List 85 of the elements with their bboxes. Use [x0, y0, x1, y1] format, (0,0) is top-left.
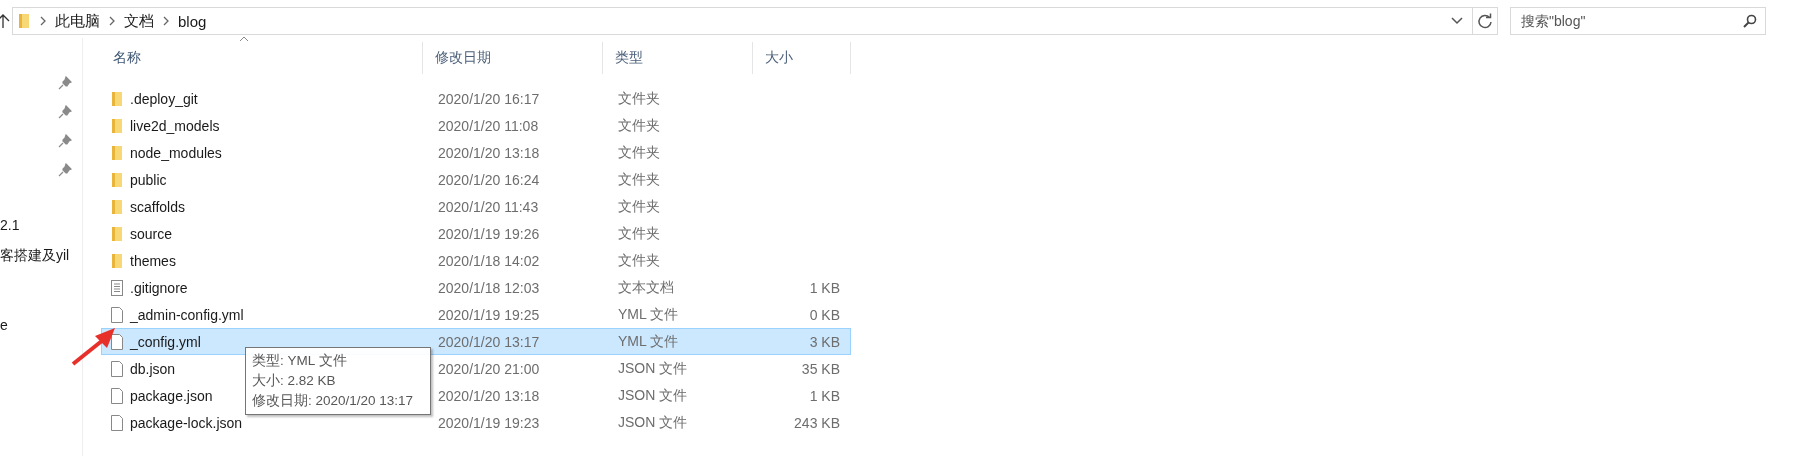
chevron-icon[interactable] — [39, 16, 47, 26]
folder-icon — [110, 251, 124, 270]
pin-icon[interactable] — [58, 163, 72, 177]
breadcrumb[interactable]: 文档 — [124, 11, 154, 31]
nav-item[interactable]: 客搭建及yil — [0, 247, 82, 267]
modified-date: 2020/1/19 19:25 — [437, 306, 541, 323]
file-icon — [110, 332, 124, 351]
search-field[interactable]: 搜索"blog" — [1510, 7, 1766, 35]
file-type: 文本文档 — [617, 278, 675, 297]
file-type: JSON 文件 — [617, 413, 689, 432]
file-name: .deploy_git — [130, 90, 198, 107]
file-size: 35 KB — [800, 360, 841, 377]
folder-icon — [110, 170, 124, 189]
folder-icon — [110, 224, 124, 243]
file-name: themes — [130, 252, 176, 269]
folder-icon — [17, 13, 31, 29]
file-name: source — [130, 225, 173, 242]
modified-date: 2020/1/20 21:00 — [437, 360, 541, 377]
breadcrumb[interactable]: blog — [178, 12, 207, 30]
file-type: JSON 文件 — [617, 386, 689, 405]
file-icon — [110, 305, 124, 324]
file-type: 文件夹 — [617, 224, 661, 243]
file-icon — [110, 359, 124, 378]
pin-icon[interactable] — [58, 134, 72, 148]
folder-icon — [110, 143, 124, 162]
text-file-icon — [110, 278, 124, 297]
file-type: 文件夹 — [617, 197, 661, 216]
modified-date: 2020/1/18 14:02 — [437, 252, 541, 269]
modified-date: 2020/1/20 16:17 — [437, 90, 541, 107]
file-type: 文件夹 — [617, 251, 661, 270]
file-type: 文件夹 — [617, 170, 661, 189]
refresh-icon — [1477, 13, 1493, 29]
column-header[interactable]: 大小 — [765, 42, 793, 74]
file-name: db.json — [130, 360, 176, 377]
file-name: _admin-config.yml — [130, 306, 244, 323]
file-type: 文件夹 — [617, 116, 661, 135]
search-icon[interactable] — [1743, 14, 1757, 28]
file-size: 3 KB — [808, 333, 841, 350]
file-name: .gitignore — [130, 279, 188, 296]
folder-icon — [110, 197, 124, 216]
nav-item[interactable]: 2.1 — [0, 217, 82, 237]
modified-date: 2020/1/20 13:18 — [437, 387, 541, 404]
file-name: node_modules — [130, 144, 222, 161]
pin-icon[interactable] — [58, 76, 72, 90]
file-name: live2d_models — [130, 117, 220, 134]
column-header[interactable]: 修改日期 — [435, 42, 491, 74]
chevron-icon[interactable] — [108, 16, 116, 26]
pin-icon[interactable] — [58, 105, 72, 119]
modified-date: 2020/1/19 19:26 — [437, 225, 541, 242]
modified-date: 2020/1/20 13:18 — [437, 144, 541, 161]
file-size: 1 KB — [808, 387, 841, 404]
file-type: YML 文件 — [617, 305, 680, 324]
file-type: JSON 文件 — [617, 359, 689, 378]
file-type: 文件夹 — [617, 143, 661, 162]
modified-date: 2020/1/19 19:23 — [437, 414, 541, 431]
sort-caret-icon — [239, 36, 249, 42]
modified-date: 2020/1/20 11:43 — [437, 198, 540, 215]
column-header[interactable]: 名称 — [113, 42, 141, 74]
file-size: 1 KB — [808, 279, 841, 296]
modified-date: 2020/1/20 13:17 — [437, 333, 541, 350]
tooltip-line: 类型: YML 文件 — [252, 352, 348, 370]
folder-icon — [110, 89, 124, 108]
file-icon — [110, 386, 124, 405]
breadcrumb[interactable]: 此电脑 — [55, 11, 100, 31]
column-header[interactable]: 类型 — [615, 42, 643, 74]
chevron-icon[interactable] — [162, 16, 170, 26]
modified-date: 2020/1/20 16:24 — [437, 171, 541, 188]
folder-icon — [110, 116, 124, 135]
address-bar[interactable]: 此电脑 文档 blog — [12, 7, 1498, 35]
dropdown-icon[interactable] — [1450, 16, 1464, 26]
file-name: public — [130, 171, 167, 188]
file-icon — [110, 413, 124, 432]
tooltip-line: 大小: 2.82 KB — [252, 372, 337, 390]
modified-date: 2020/1/18 12:03 — [437, 279, 541, 296]
file-name: package.json — [130, 387, 213, 404]
file-type: 文件夹 — [617, 89, 661, 108]
file-name: package-lock.json — [130, 414, 243, 431]
modified-date: 2020/1/20 11:08 — [437, 117, 540, 134]
file-type: YML 文件 — [617, 332, 680, 351]
tooltip-line: 修改日期: 2020/1/20 13:17 — [252, 392, 415, 410]
file-size: 243 KB — [793, 414, 841, 431]
file-name: scaffolds — [130, 198, 185, 215]
file-size: 0 KB — [808, 306, 841, 323]
file-name: _config.yml — [130, 333, 201, 350]
nav-item[interactable]: e — [0, 317, 82, 337]
